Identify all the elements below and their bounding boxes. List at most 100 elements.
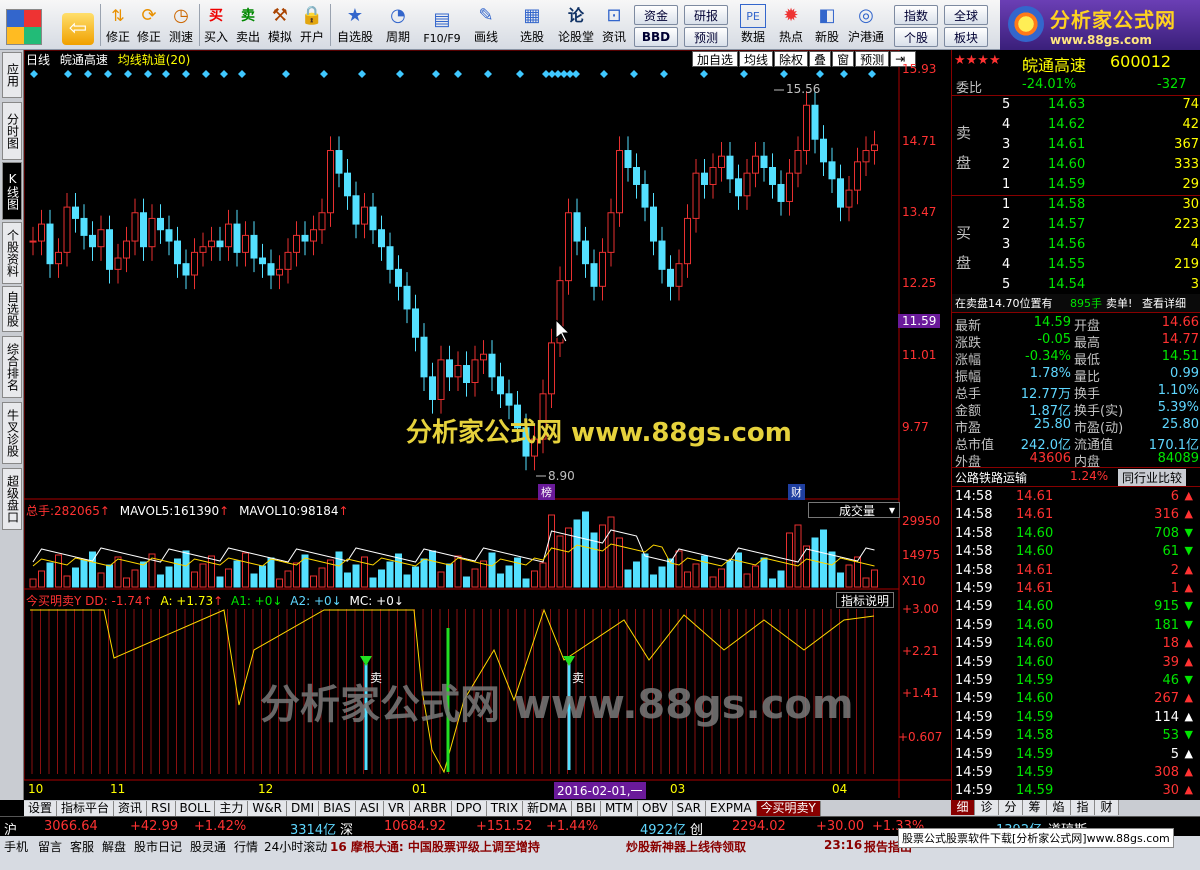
volume-selector[interactable]: 成交量 ▾ <box>808 502 900 518</box>
ticker-analysis[interactable]: 解盘 <box>102 838 126 855</box>
research-button[interactable]: 研报 <box>684 5 728 25</box>
indicator-tab[interactable]: ARBR <box>409 800 452 816</box>
book-level[interactable]: 2 14.60 333 <box>952 156 1200 174</box>
simulate-button[interactable]: ⚒ 模拟 <box>266 3 294 47</box>
indicator-tab[interactable]: MTM <box>600 800 638 816</box>
notice-link[interactable]: 查看详细 <box>1142 295 1186 311</box>
period-button[interactable]: ◔ 周期 <box>380 3 416 47</box>
forecast-tool-button[interactable]: 预测 <box>855 51 890 67</box>
ranking-marker[interactable]: 榜 <box>538 484 555 500</box>
vtab-intraday[interactable]: 分时图 <box>2 102 22 160</box>
book-level[interactable]: 3 14.61 367 <box>952 136 1200 154</box>
indicator-tab[interactable]: OBV <box>638 800 673 816</box>
order-notice[interactable]: 在卖盘14.70位置有 895手 卖单! 查看详细 <box>952 294 1200 312</box>
add-watchlist-button[interactable]: 加自选 <box>692 51 739 67</box>
speed-test-button[interactable]: ◷ 测速 <box>166 3 196 47</box>
overlay-button[interactable]: 叠 <box>809 51 832 67</box>
indicator-tab[interactable]: 设置 <box>24 800 58 816</box>
window-button[interactable]: 窗 <box>832 51 855 67</box>
indicator-tab[interactable]: TRIX <box>486 800 524 816</box>
industry-compare-button[interactable]: 同行业比较 <box>1118 469 1187 486</box>
book-level[interactable]: 1 14.58 30 <box>952 196 1200 214</box>
fix-button[interactable]: ⟳ 修正 <box>134 3 164 47</box>
indicator-tab[interactable]: ASI <box>355 800 385 816</box>
stock-button[interactable]: 个股 <box>894 27 938 47</box>
indicator-tab[interactable]: EXPMA <box>705 800 757 816</box>
ticker-news[interactable]: 16 摩根大通: 中国股票评级上调至增持 <box>330 838 540 855</box>
indicator-tab[interactable]: 资讯 <box>114 800 148 816</box>
funds-button[interactable]: 资金 <box>634 5 678 25</box>
indicator-tab[interactable]: RSI <box>147 800 176 816</box>
buy-button[interactable]: 买买入 <box>202 3 230 47</box>
indicator-tab[interactable]: DMI <box>286 800 320 816</box>
panel-tab[interactable]: 财 <box>1095 800 1119 815</box>
panel-tab[interactable]: 分 <box>999 800 1023 815</box>
book-level[interactable]: 5 14.63 74 <box>952 96 1200 114</box>
vtab-profile[interactable]: 个股资料 <box>2 222 22 284</box>
forecast-button[interactable]: 预测 <box>684 27 728 47</box>
indicator-tab[interactable]: BOLL <box>175 800 216 816</box>
vtab-diagnosis[interactable]: 牛叉诊股 <box>2 402 22 464</box>
watchlist-button[interactable]: ★ 自选股 <box>334 3 376 47</box>
panel-tab[interactable]: 指 <box>1071 800 1095 815</box>
hk-connect-button[interactable]: ◎ 沪港通 <box>846 3 886 47</box>
indicator-tab[interactable]: W&R <box>248 800 287 816</box>
book-level[interactable]: 4 14.62 42 <box>952 116 1200 134</box>
indicator-tab[interactable]: 新DMA <box>523 800 572 816</box>
panel-tab[interactable]: 筹 <box>1023 800 1047 815</box>
finance-marker[interactable]: 财 <box>788 484 805 500</box>
ticker-stock-link[interactable]: 股灵通 <box>190 838 226 855</box>
open-account-button[interactable]: 🔒 开户 <box>298 3 326 47</box>
stock-picker-button[interactable]: ▦ 选股 <box>514 3 550 47</box>
ex-rights-button[interactable]: 除权 <box>774 51 809 67</box>
forum-button[interactable]: 论论股堂 <box>556 3 596 47</box>
indicator-help-button[interactable]: 指标说明 <box>836 592 895 608</box>
vtab-kline[interactable]: K线图 <box>2 162 22 220</box>
index-button[interactable]: 指数 <box>894 5 938 25</box>
book-level[interactable]: 3 14.56 4 <box>952 236 1200 254</box>
ticker-market[interactable]: 行情 <box>234 838 258 855</box>
indicator-tab[interactable]: BIAS <box>319 800 356 816</box>
global-button[interactable]: 全球 <box>944 5 988 25</box>
book-level[interactable]: 2 14.57 223 <box>952 216 1200 234</box>
ticker-message[interactable]: 留言 <box>38 838 62 855</box>
draw-line-button[interactable]: ✎ 画线 <box>468 3 504 47</box>
book-level[interactable]: 4 14.55 219 <box>952 256 1200 274</box>
back-button[interactable]: ⇦ <box>62 3 94 47</box>
menu-button[interactable] <box>6 3 42 47</box>
data-button[interactable]: PE 数据 <box>736 3 770 47</box>
book-level[interactable]: 5 14.54 3 <box>952 276 1200 294</box>
indicator-tab[interactable]: DPO <box>451 800 487 816</box>
indicator-tab[interactable]: 今买明卖Y <box>756 800 821 816</box>
book-level[interactable]: 1 14.59 29 <box>952 176 1200 194</box>
ticker-rolling[interactable]: 24小时滚动 <box>264 838 327 855</box>
ticker-mobile[interactable]: 手机 <box>4 838 28 855</box>
ticker-diary[interactable]: 股市日记 <box>134 838 182 855</box>
indicator-tab[interactable]: 主力 <box>215 800 249 816</box>
candle-body <box>718 155 725 169</box>
vtab-apps[interactable]: 应用 <box>2 52 22 98</box>
ipo-button[interactable]: ◧ 新股 <box>810 3 844 47</box>
ad-banner[interactable]: 股票公式股票软件下载[分析家公式网]www.88gs.com <box>898 828 1174 848</box>
panel-tab[interactable]: 诊 <box>975 800 999 815</box>
sector-button[interactable]: 板块 <box>944 27 988 47</box>
panel-tab[interactable]: 焰 <box>1047 800 1071 815</box>
vtab-ranking[interactable]: 综合排名 <box>2 336 22 398</box>
bbd-button[interactable]: BBD <box>634 27 678 47</box>
kline-chart[interactable]: 日线 皖通高速 均线轨道(20) 加自选 均线 除权 叠 窗 预测 ⇥ 15.9… <box>24 50 951 800</box>
indicator-tab[interactable]: SAR <box>672 800 706 816</box>
up-down-button[interactable]: ⇅ 修正 <box>104 3 132 47</box>
indicator-tab[interactable]: BBI <box>571 800 601 816</box>
ticker-news[interactable]: 炒股新神器上线待领取 <box>626 838 746 855</box>
news-button[interactable]: ⊡ 资讯 <box>598 3 630 47</box>
hotspot-button[interactable]: ✹ 热点 <box>774 3 808 47</box>
ma-button[interactable]: 均线 <box>739 51 774 67</box>
vtab-watchlist[interactable]: 自选股 <box>2 286 22 332</box>
ticker-service[interactable]: 客服 <box>70 838 94 855</box>
indicator-tab[interactable]: VR <box>384 800 410 816</box>
f10-button[interactable]: ▤ F10/F9 <box>420 3 464 47</box>
panel-tab[interactable]: 细 <box>951 800 975 815</box>
indicator-tab[interactable]: 指标平台 <box>57 800 115 816</box>
sell-button[interactable]: 卖卖出 <box>234 3 262 47</box>
vtab-super-book[interactable]: 超级盘口 <box>2 468 22 530</box>
